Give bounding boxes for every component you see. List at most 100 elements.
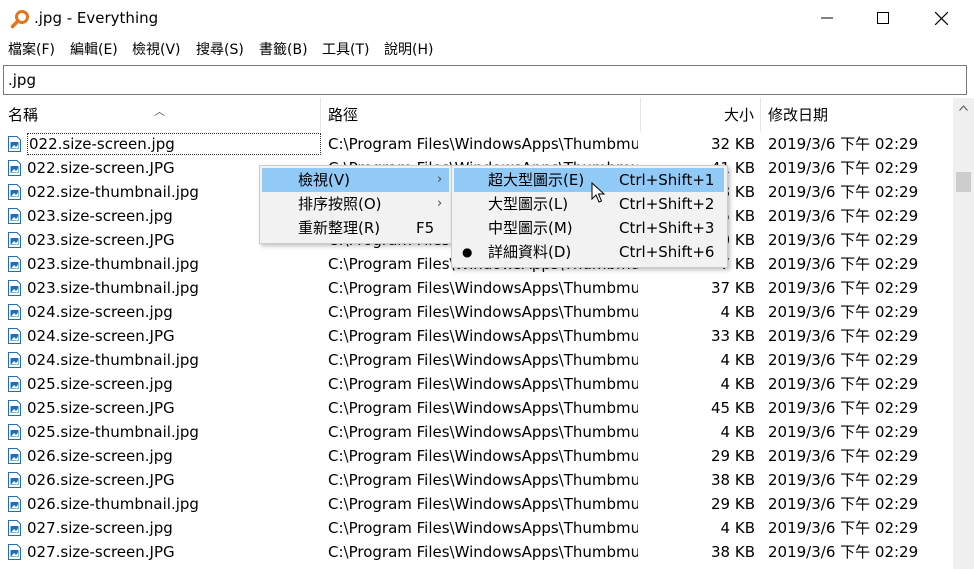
cell-modified: 2019/3/6 下午 02:29: [768, 495, 919, 513]
table-row[interactable]: 025.size-screen.jpg C:\Program Files\Wind…: [0, 372, 953, 396]
cell-modified: 2019/3/6 下午 02:29: [768, 207, 919, 225]
cell-modified: 2019/3/6 下午 02:29: [768, 231, 919, 249]
chevron-right-icon: ›: [437, 172, 443, 187]
table-row[interactable]: 024.size-screen.JPG C:\Program Files\Wind…: [0, 324, 953, 348]
cell-size: 29 KB: [711, 495, 755, 513]
column-header-path[interactable]: 路徑: [321, 98, 641, 132]
scrollbar-thumb[interactable]: [956, 172, 971, 192]
cell-name: 027.size-screen.jpg: [27, 519, 173, 537]
chevron-right-icon: ›: [437, 196, 443, 211]
table-row[interactable]: 026.size-screen.jpg C:\Program Files\Wind…: [0, 444, 953, 468]
menu-edit[interactable]: 編輯(E): [70, 41, 118, 59]
search-input[interactable]: .jpg: [3, 65, 967, 95]
menu-item-label: 檢視(V): [298, 171, 350, 189]
cell-name: 023.size-thumbnail.jpg: [27, 279, 199, 297]
cell-path: C:\Program Files\WindowsApps\Thumbmu...: [328, 447, 638, 465]
menu-file[interactable]: 檔案(F): [8, 41, 55, 59]
menu-view[interactable]: 檢視(V): [132, 41, 181, 59]
close-button[interactable]: [918, 0, 964, 36]
cell-modified: 2019/3/6 下午 02:29: [768, 183, 919, 201]
cell-modified: 2019/3/6 下午 02:29: [768, 399, 919, 417]
cell-modified: 2019/3/6 下午 02:29: [768, 351, 919, 369]
cell-size: 4 KB: [720, 423, 755, 441]
table-row[interactable]: 027.size-screen.JPG C:\Program Files\Wind…: [0, 540, 953, 564]
menu-search[interactable]: 搜尋(S): [196, 41, 244, 59]
context-menu: 檢視(V) › 排序按照(O) › 重新整理(R) F5: [259, 165, 453, 244]
table-row[interactable]: 023.size-thumbnail.jpg C:\Program Files\W…: [0, 276, 953, 300]
cell-modified: 2019/3/6 下午 02:29: [768, 423, 919, 441]
image-file-icon: [8, 208, 21, 224]
table-row[interactable]: 026.size-screen.JPG C:\Program Files\Wind…: [0, 468, 953, 492]
cell-size: 4 KB: [720, 519, 755, 537]
cell-modified: 2019/3/6 下午 02:29: [768, 303, 919, 321]
table-row[interactable]: 025.size-thumbnail.jpg C:\Program Files\W…: [0, 420, 953, 444]
cell-name: 024.size-thumbnail.jpg: [27, 351, 199, 369]
column-header-name[interactable]: 名稱 ︿: [0, 98, 321, 132]
cell-size: 32 KB: [711, 135, 755, 153]
column-header-path-label: 路徑: [328, 106, 359, 124]
column-header-size[interactable]: 大小: [641, 98, 761, 132]
bullet-icon: ●: [462, 245, 473, 259]
view-submenu-item[interactable]: 超大型圖示(E) Ctrl+Shift+1: [454, 168, 724, 192]
view-submenu-item[interactable]: 中型圖示(M) Ctrl+Shift+3: [454, 216, 724, 240]
cell-name: 026.size-thumbnail.jpg: [27, 495, 199, 513]
cell-size: 33 KB: [711, 327, 755, 345]
cell-modified: 2019/3/6 下午 02:29: [768, 327, 919, 345]
menu-item-shortcut: Ctrl+Shift+1: [619, 171, 715, 189]
table-row[interactable]: 022.size-screen.jpg C:\Program Files\Wind…: [0, 132, 953, 156]
image-file-icon: [8, 376, 21, 392]
image-file-icon: [8, 352, 21, 368]
scroll-up-icon[interactable]: [959, 105, 968, 111]
cell-modified: 2019/3/6 下午 02:29: [768, 375, 919, 393]
image-file-icon: [8, 400, 21, 416]
cell-path: C:\Program Files\WindowsApps\Thumbmu...: [328, 543, 638, 561]
minimize-button[interactable]: [804, 0, 850, 36]
cell-modified: 2019/3/6 下午 02:29: [768, 447, 919, 465]
menu-item-shortcut: Ctrl+Shift+2: [619, 195, 715, 213]
table-row[interactable]: 024.size-thumbnail.jpg C:\Program Files\W…: [0, 348, 953, 372]
table-row[interactable]: 026.size-thumbnail.jpg C:\Program Files\W…: [0, 492, 953, 516]
menu-item-label: 重新整理(R): [298, 219, 381, 237]
cell-name: 025.size-thumbnail.jpg: [27, 423, 199, 441]
cell-modified: 2019/3/6 下午 02:29: [768, 471, 919, 489]
image-file-icon: [8, 424, 21, 440]
context-menu-item[interactable]: 重新整理(R) F5: [262, 216, 449, 240]
column-header-size-label: 大小: [723, 106, 754, 124]
image-file-icon: [8, 160, 21, 176]
cell-path: C:\Program Files\WindowsApps\Thumbmu...: [328, 423, 638, 441]
view-submenu-item[interactable]: 大型圖示(L) Ctrl+Shift+2: [454, 192, 724, 216]
context-menu-item[interactable]: 檢視(V) ›: [262, 168, 449, 192]
menu-bar: 檔案(F) 編輯(E) 檢視(V) 搜尋(S) 書籤(B) 工具(T) 說明(H…: [0, 36, 974, 64]
image-file-icon: [8, 256, 21, 272]
menu-item-shortcut: Ctrl+Shift+6: [619, 243, 715, 261]
cell-modified: 2019/3/6 下午 02:29: [768, 519, 919, 537]
menu-tools[interactable]: 工具(T): [322, 41, 369, 59]
cell-name: 025.size-screen.JPG: [27, 399, 175, 417]
menu-help[interactable]: 說明(H): [384, 41, 433, 59]
view-submenu-item[interactable]: ● 詳細資料(D) Ctrl+Shift+6: [454, 240, 724, 264]
image-file-icon: [8, 448, 21, 464]
table-row[interactable]: 025.size-screen.JPG C:\Program Files\Wind…: [0, 396, 953, 420]
context-menu-item[interactable]: 排序按照(O) ›: [262, 192, 449, 216]
vertical-scrollbar[interactable]: [953, 98, 974, 569]
maximize-button[interactable]: [860, 0, 906, 36]
cell-name: 024.size-screen.JPG: [27, 327, 175, 345]
image-file-icon: [8, 304, 21, 320]
cell-path: C:\Program Files\WindowsApps\Thumbmu...: [328, 135, 638, 153]
column-header-modified[interactable]: 修改日期: [761, 98, 953, 132]
cell-path: C:\Program Files\WindowsApps\Thumbmu...: [328, 327, 638, 345]
cell-modified: 2019/3/6 下午 02:29: [768, 543, 919, 561]
image-file-icon: [8, 328, 21, 344]
column-header-modified-label: 修改日期: [768, 106, 829, 124]
table-row[interactable]: 024.size-screen.jpg C:\Program Files\Wind…: [0, 300, 953, 324]
minimize-icon: [821, 17, 833, 19]
cell-size: 45 KB: [711, 399, 755, 417]
cell-path: C:\Program Files\WindowsApps\Thumbmu...: [328, 303, 638, 321]
cell-modified: 2019/3/6 下午 02:29: [768, 255, 919, 273]
table-row[interactable]: 027.size-screen.jpg C:\Program Files\Wind…: [0, 516, 953, 540]
search-input-value: .jpg: [8, 71, 36, 89]
cell-name: 026.size-screen.JPG: [27, 471, 175, 489]
menu-bookmarks[interactable]: 書籤(B): [259, 41, 308, 59]
menu-item-label: 詳細資料(D): [488, 243, 572, 261]
view-submenu: 超大型圖示(E) Ctrl+Shift+1 大型圖示(L) Ctrl+Shift+2 中…: [451, 165, 728, 268]
